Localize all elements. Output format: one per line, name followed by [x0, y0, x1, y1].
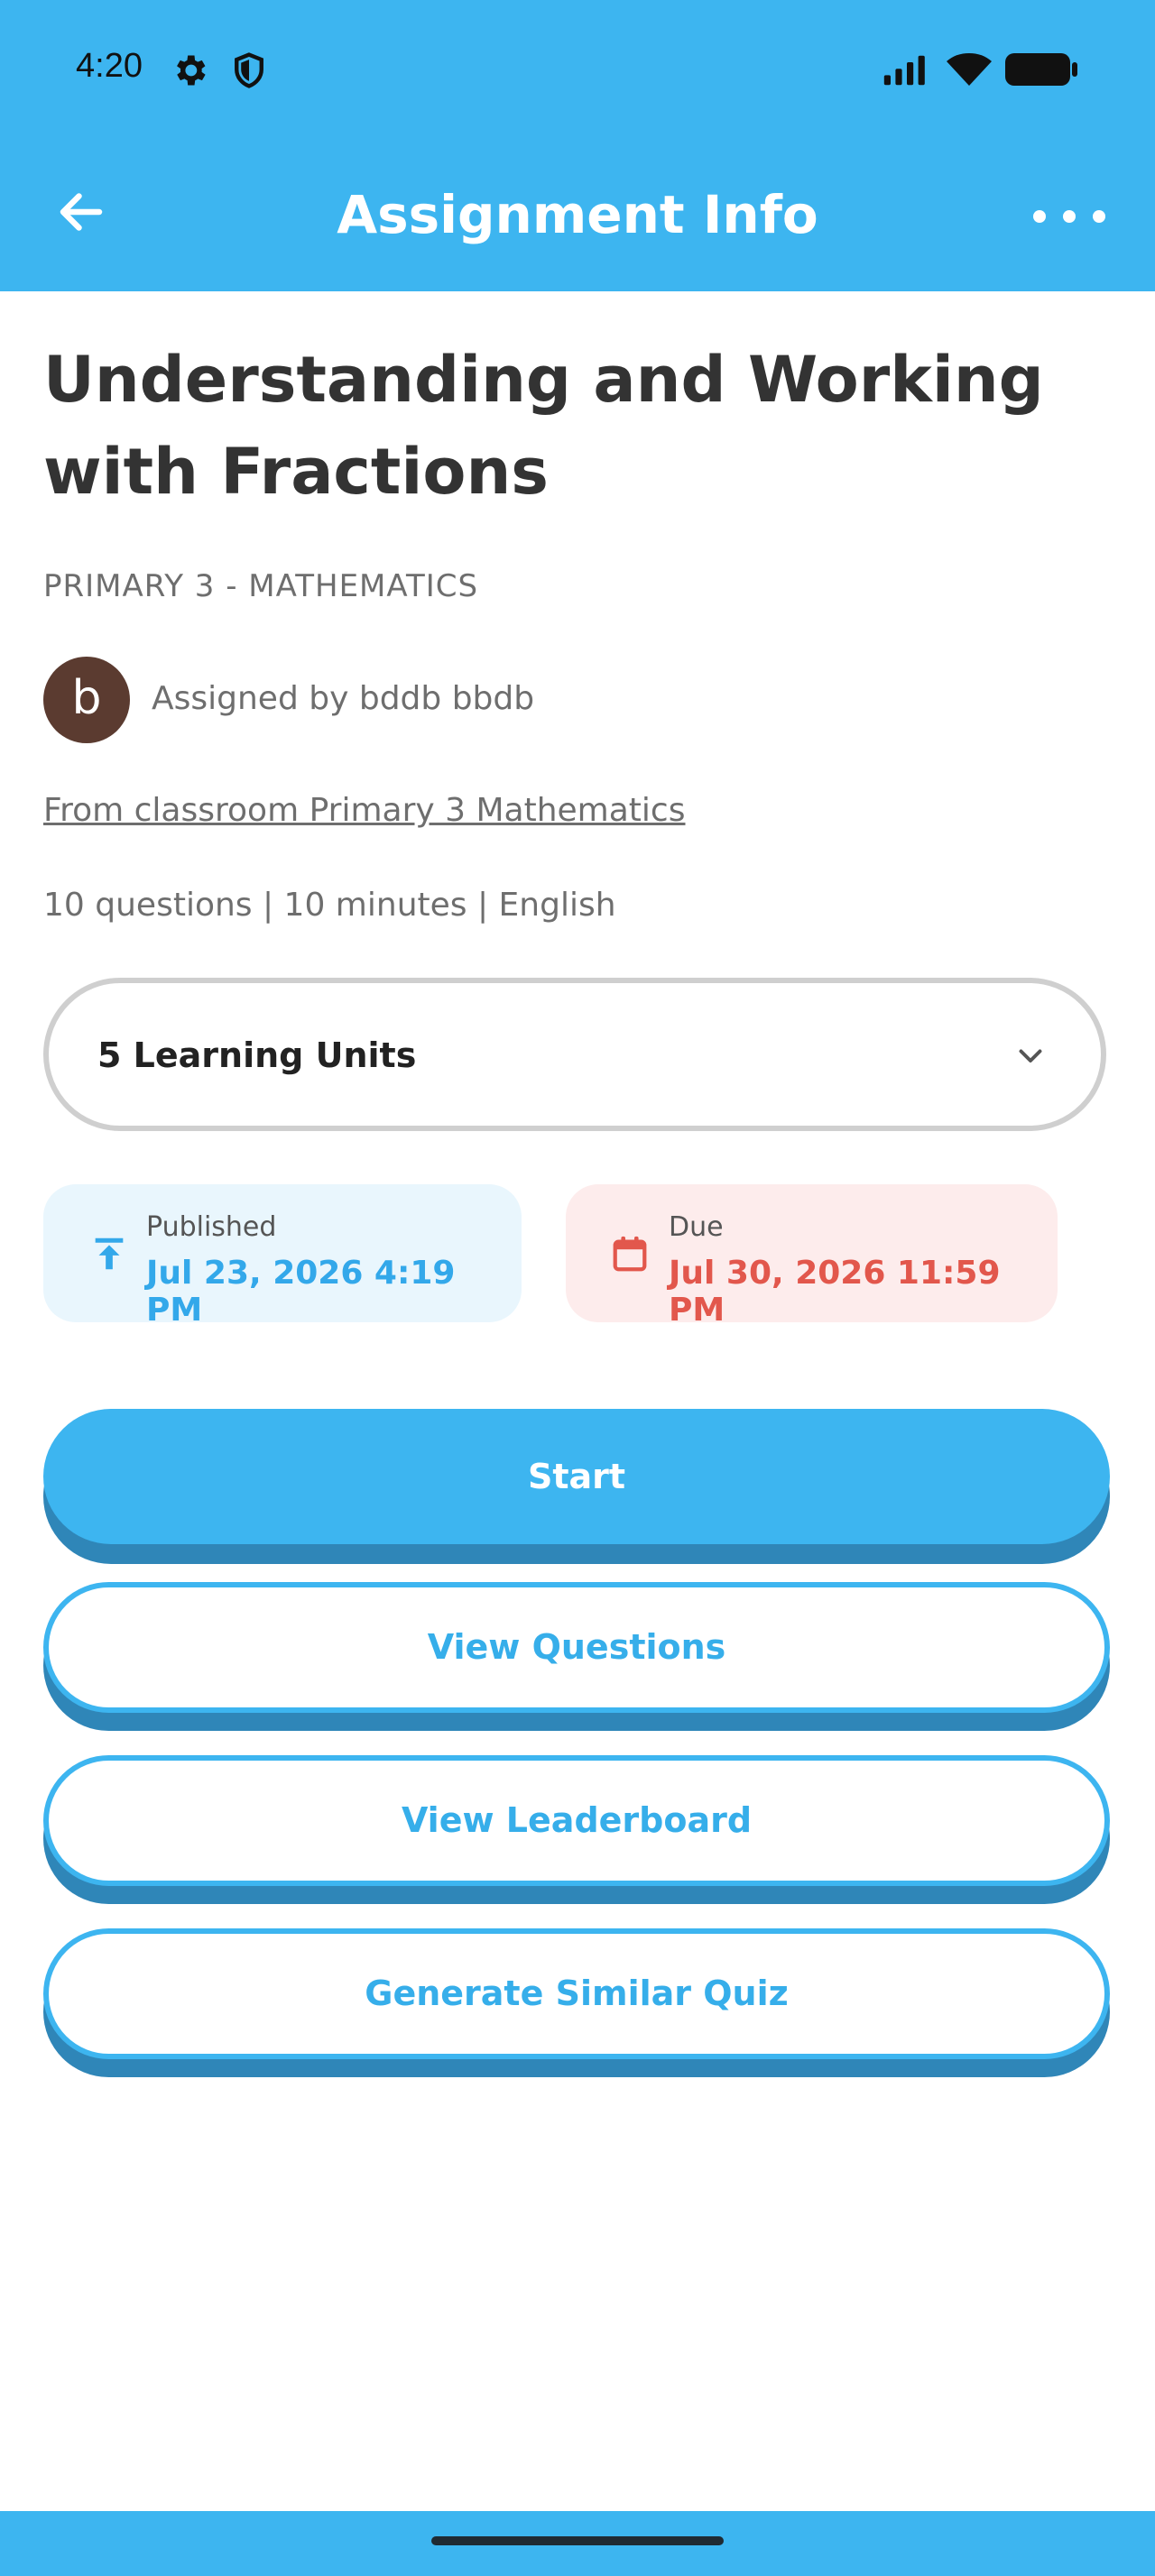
app-header: 4:20 Assignment Info	[0, 0, 1155, 291]
page-title: Assignment Info	[337, 184, 818, 245]
due-date: Jul 30, 2026 11:59 PM	[669, 1255, 1001, 1329]
settings-icon	[177, 55, 206, 86]
view-leaderboard-button[interactable]: View Leaderboard	[43, 1755, 1110, 1886]
due-chip: Due Jul 30, 2026 11:59 PM	[566, 1184, 1058, 1329]
avatar: b	[43, 657, 130, 743]
class-label: PRIMARY 3 - MATHEMATICS	[43, 568, 479, 604]
learning-units-dropdown[interactable]: 5 Learning Units	[43, 978, 1106, 1131]
chevron-down-icon	[1019, 1049, 1042, 1063]
calendar-icon	[613, 1236, 647, 1272]
start-button[interactable]: Start	[43, 1409, 1110, 1544]
learning-units-label: 5 Learning Units	[97, 1035, 417, 1075]
signal-icon	[883, 55, 925, 86]
classroom-link[interactable]: From classroom Primary 3 Mathematics	[43, 792, 685, 829]
due-caption: Due	[669, 1211, 724, 1243]
published-date: Jul 23, 2026 4:19 PM	[146, 1255, 456, 1329]
published-chip: Published Jul 23, 2026 4:19 PM	[43, 1184, 522, 1329]
wifi-icon	[947, 53, 992, 86]
shield-icon	[235, 52, 263, 88]
publish-icon	[95, 1237, 124, 1270]
published-caption: Published	[146, 1211, 277, 1243]
assigned-by-text: Assigned by bddb bbdb	[152, 680, 535, 717]
view-questions-button[interactable]: View Questions	[43, 1582, 1110, 1713]
navigation-bar	[0, 2511, 1155, 2576]
status-time: 4:20	[76, 47, 143, 85]
generate-similar-quiz-button[interactable]: Generate Similar Quiz	[43, 1928, 1110, 2059]
battery-icon	[1005, 53, 1077, 86]
assignment-meta: 10 questions | 10 minutes | English	[43, 887, 616, 924]
home-indicator[interactable]	[431, 2536, 724, 2545]
assignment-title: Understanding and Working with Fractions	[43, 343, 1044, 509]
more-options-icon[interactable]	[1029, 198, 1110, 235]
